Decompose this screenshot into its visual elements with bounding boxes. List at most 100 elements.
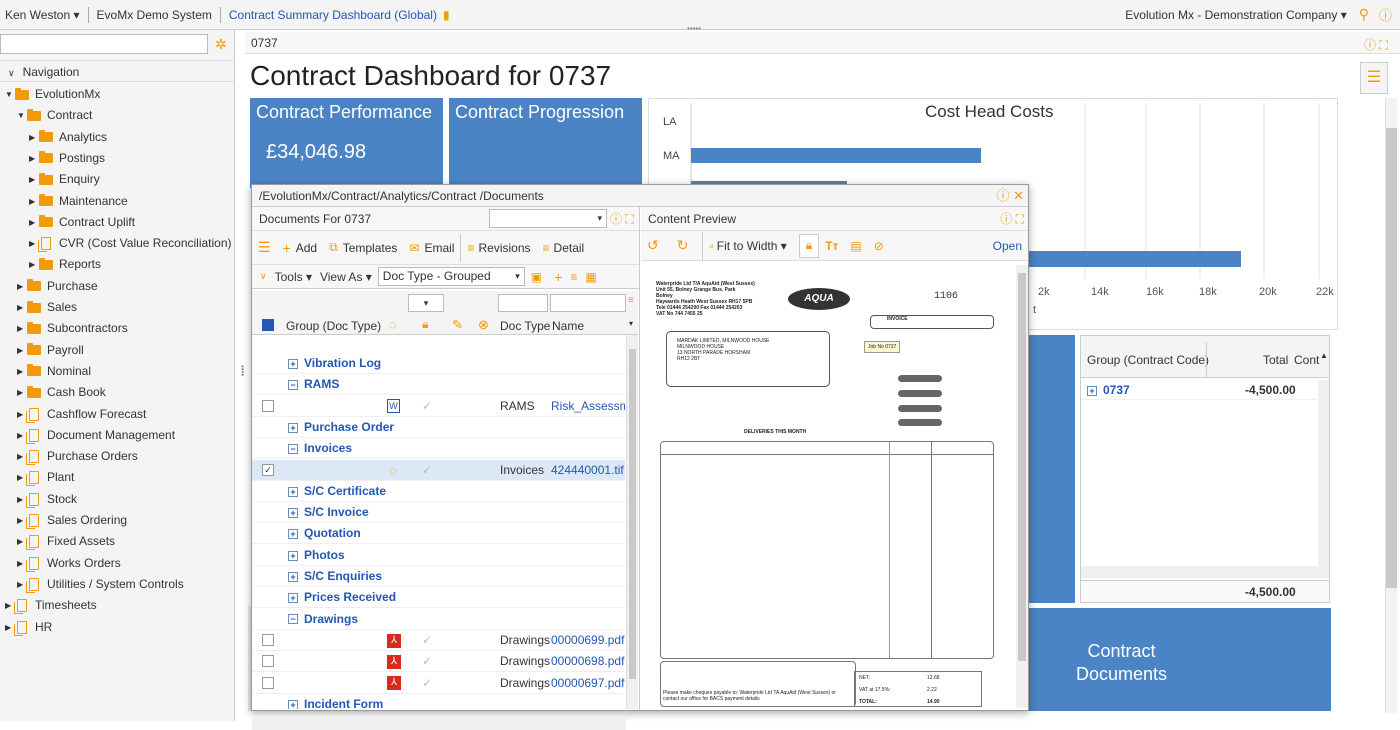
group-row[interactable]: + S/C Certificate	[252, 481, 625, 502]
row-checkbox[interactable]	[262, 633, 274, 646]
sidebar-item[interactable]: ▶ Cashflow Forecast	[17, 404, 146, 425]
document-row[interactable]: W ✓ RAMS Risk_Assessme	[252, 396, 625, 417]
group-row[interactable]: + Vibration Log	[252, 353, 625, 374]
sidebar-item[interactable]: ▶ Timesheets	[5, 595, 97, 616]
sync-icon[interactable]: ◌	[389, 317, 397, 332]
filter-icon[interactable]: ≡	[570, 270, 577, 284]
sidebar-item[interactable]: ▶ Postings	[29, 148, 105, 169]
company-selector[interactable]: Evolution Mx - Demonstration Company ▾	[1125, 8, 1346, 22]
view-as-menu[interactable]: View As ▾	[320, 270, 372, 284]
expand-arrow-icon[interactable]: ▶	[29, 148, 39, 169]
doc-name-link[interactable]: Risk_Assessme	[551, 396, 625, 417]
column-menu-icon[interactable]: ▾	[629, 319, 633, 328]
doc-name-link[interactable]: 00000699.pdf	[551, 630, 625, 651]
sort-arrow-icon[interactable]: ▲	[1320, 351, 1328, 360]
expand-icon[interactable]: +	[288, 593, 298, 604]
expand-arrow-icon[interactable]: ▶	[29, 212, 39, 233]
table-row[interactable]: +0737 -4,500.00	[1081, 380, 1317, 400]
document-row[interactable]: ✓ ◌ ✓ Invoices 424440001.tif	[252, 459, 625, 481]
select-all-checkbox[interactable]	[262, 319, 274, 331]
sidebar-item[interactable]: ▼ Contract	[17, 105, 92, 126]
document-row[interactable]: ⅄ ✓ Drawings 00000698.pdf	[252, 651, 625, 673]
dashboard-link[interactable]: Contract Summary Dashboard (Global)	[229, 8, 437, 22]
expand-icon[interactable]: +	[288, 486, 298, 497]
sidebar-item[interactable]: ▶ Reports	[29, 254, 101, 275]
group-row[interactable]: + S/C Invoice	[252, 502, 625, 524]
column-header-cont[interactable]: Cont	[1294, 353, 1320, 367]
splitter-grip-icon[interactable]: ••••	[238, 365, 247, 376]
sidebar-item[interactable]: ▶ Works Orders	[17, 553, 121, 574]
expand-arrow-icon[interactable]: ▶	[29, 127, 39, 148]
group-row[interactable]: − RAMS	[252, 374, 625, 396]
expand-arrow-icon[interactable]: ▶	[29, 191, 39, 212]
sidebar-item[interactable]: ▶ Analytics	[29, 127, 107, 148]
contract-progression-tile[interactable]: Contract Progression	[449, 98, 642, 188]
contract-documents-tile[interactable]: Contract Documents	[1028, 608, 1331, 711]
sidebar-search-input[interactable]	[0, 34, 208, 54]
row-checkbox[interactable]	[262, 676, 274, 689]
templates-button[interactable]: ⧉ Templates	[323, 234, 403, 262]
doc-type-filter[interactable]	[498, 294, 548, 312]
rotate-left-icon[interactable]: ↺	[641, 232, 665, 260]
sidebar-item[interactable]: ▶ Purchase Orders	[17, 446, 138, 467]
revisions-button[interactable]: ≡ Revisions	[460, 233, 536, 262]
collapse-icon[interactable]: −	[288, 614, 298, 625]
page-scrollbar[interactable]	[1385, 98, 1397, 713]
sidebar-item[interactable]: ▶ Subcontractors	[17, 318, 128, 339]
hide-icon[interactable]: ⊘	[868, 232, 890, 260]
chevron-down-icon[interactable]: ∨	[260, 271, 267, 282]
expand-arrow-icon[interactable]: ▶	[17, 276, 27, 297]
sidebar-item[interactable]: ▶ Fixed Assets	[17, 531, 115, 552]
expand-arrow-icon[interactable]: ▶	[17, 318, 27, 339]
rows-hscrollbar[interactable]	[252, 718, 626, 730]
window-title-bar[interactable]: /EvolutionMx/Contract/Analytics/Contract…	[252, 185, 1028, 207]
add-filter-icon[interactable]: +	[554, 269, 562, 285]
group-row[interactable]: + Quotation	[252, 523, 625, 545]
expand-arrow-icon[interactable]: ▶	[29, 254, 39, 275]
expand-icon[interactable]: +	[288, 529, 298, 540]
document-row[interactable]: ⅄ ✓ Drawings 00000697.pdf	[252, 673, 625, 694]
column-header-name[interactable]: Name	[552, 319, 584, 333]
navigation-header[interactable]: ∨ Navigation	[0, 60, 235, 82]
sidebar-item[interactable]: ▶ Utilities / System Controls	[17, 574, 184, 595]
column-header-doctype[interactable]: Doc Type	[500, 319, 550, 333]
add-button[interactable]: + Add	[277, 234, 324, 262]
system-name[interactable]: EvoMx Demo System	[97, 8, 212, 22]
tools-menu[interactable]: Tools ▾	[275, 270, 312, 284]
row-checkbox[interactable]	[262, 655, 274, 668]
filter-dropdown[interactable]: ▾	[408, 294, 444, 312]
text-tool-icon[interactable]: Tт	[819, 232, 844, 260]
row-checkbox[interactable]: ✓	[262, 463, 274, 476]
collapse-icon[interactable]: −	[288, 380, 298, 391]
grid-scrollbar[interactable]	[1318, 380, 1329, 566]
search-icon[interactable]: ⚲	[1359, 6, 1369, 23]
help-icon[interactable]: ⓘ	[1379, 5, 1392, 24]
sidebar-item[interactable]: ▶ HR	[5, 617, 52, 638]
group-row[interactable]: − Invoices	[252, 438, 625, 460]
sidebar-item[interactable]: ▶ CVR (Cost Value Reconciliation)	[29, 233, 232, 254]
rotate-right-icon[interactable]: ↻	[671, 232, 695, 260]
info-icon[interactable]: ⓘ ⛶	[610, 207, 634, 231]
doc-type-dropdown[interactable]: Doc Type - Grouped ▾	[377, 267, 525, 286]
group-row[interactable]: − Drawings	[252, 609, 625, 630]
info-icon[interactable]: ⓘ ⛶	[1000, 207, 1024, 231]
grid-icon[interactable]: ▦	[585, 270, 596, 284]
column-header-group[interactable]: Group (Doc Type)	[286, 319, 381, 333]
collapse-icon[interactable]: −	[288, 444, 298, 455]
document-row[interactable]: ⅄ ✓ Drawings 00000699.pdf	[252, 630, 625, 651]
expand-arrow-icon[interactable]: ▶	[17, 340, 27, 361]
bookmark-icon[interactable]: ▮	[443, 8, 450, 22]
expand-arrow-icon[interactable]: ▶	[17, 382, 27, 403]
group-row[interactable]: + Purchase Order	[252, 417, 625, 438]
sidebar-item[interactable]: ▶ Purchase	[17, 276, 98, 297]
sidebar-item[interactable]: ▶ Plant	[17, 467, 74, 488]
contract-performance-tile[interactable]: Contract Performance £34,046.98	[250, 98, 443, 188]
sidebar-item[interactable]: ▶ Enquiry	[29, 169, 100, 190]
expand-icon[interactable]: +	[288, 699, 298, 709]
sidebar-item[interactable]: ▶ Payroll	[17, 340, 84, 361]
filter-dropdown[interactable]: ▾	[489, 209, 607, 228]
collapse-arrow-icon[interactable]: ▼	[5, 84, 15, 105]
rows-scrollbar[interactable]	[626, 335, 638, 709]
settings-gear-icon[interactable]: ✲	[215, 36, 227, 53]
group-row[interactable]: + S/C Enquiries	[252, 566, 625, 587]
